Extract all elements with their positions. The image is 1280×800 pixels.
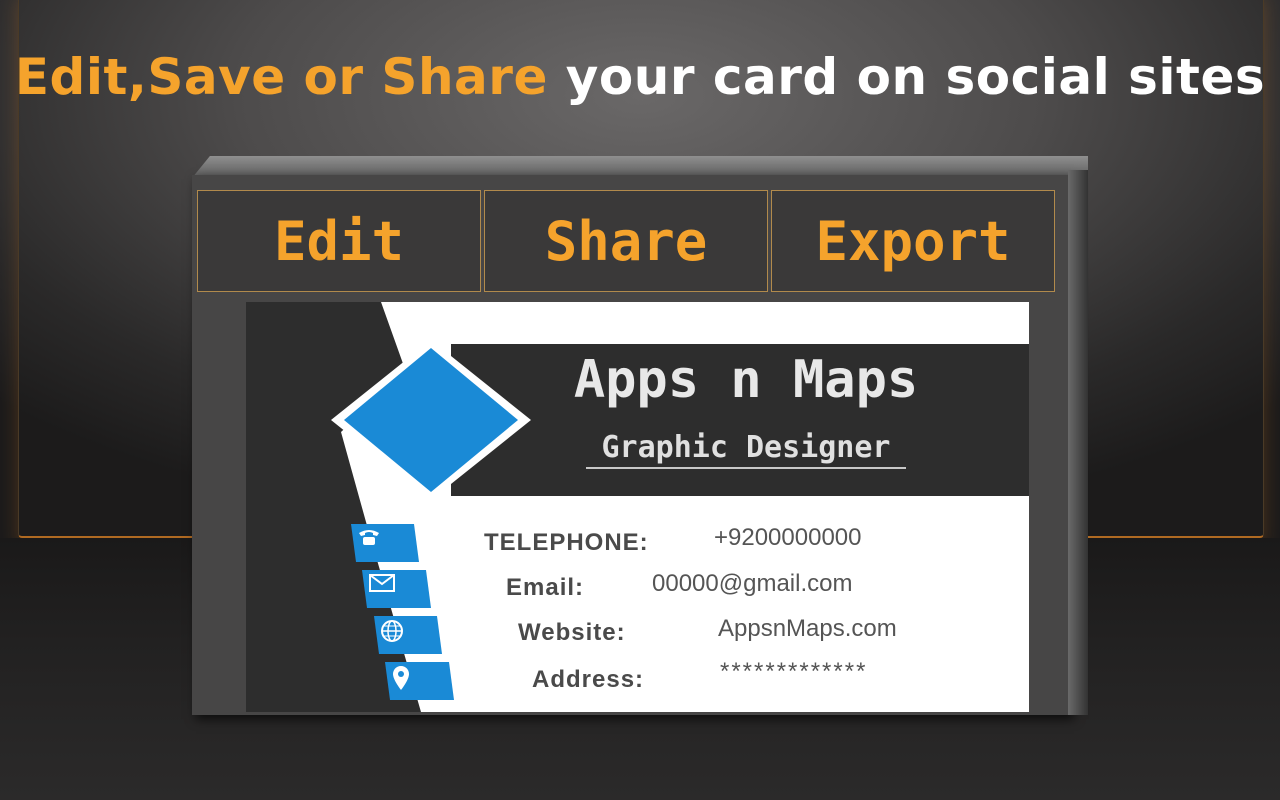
phone-icon (356, 527, 410, 559)
edit-button[interactable]: Edit (197, 190, 481, 292)
mail-icon (368, 573, 422, 605)
email-value: 00000@gmail.com (652, 570, 853, 597)
address-label: Address: (532, 666, 645, 693)
export-button[interactable]: Export (771, 190, 1055, 292)
globe-icon (380, 619, 434, 651)
location-pin-icon (392, 665, 446, 697)
telephone-label: TELEPHONE: (484, 529, 649, 556)
card-job-title: Graphic Designer (586, 430, 906, 469)
email-label: Email: (506, 574, 585, 601)
headline-accent: Edit,Save or Share (14, 48, 548, 106)
action-tabs: Edit Share Export (197, 190, 1055, 292)
device-side-edge (1068, 170, 1088, 715)
business-card-preview[interactable]: Apps n Maps Graphic Designer TELEPHONE: … (246, 302, 1029, 712)
share-button[interactable]: Share (484, 190, 768, 292)
telephone-value: +9200000000 (714, 524, 862, 551)
website-label: Website: (518, 619, 626, 646)
address-value: ************* (720, 658, 868, 685)
website-value: AppsnMaps.com (718, 615, 897, 642)
card-company-name: Apps n Maps (573, 350, 919, 410)
promo-headline: Edit,Save or Share your card on social s… (0, 48, 1280, 106)
headline-rest: your card on social sites (565, 48, 1266, 106)
